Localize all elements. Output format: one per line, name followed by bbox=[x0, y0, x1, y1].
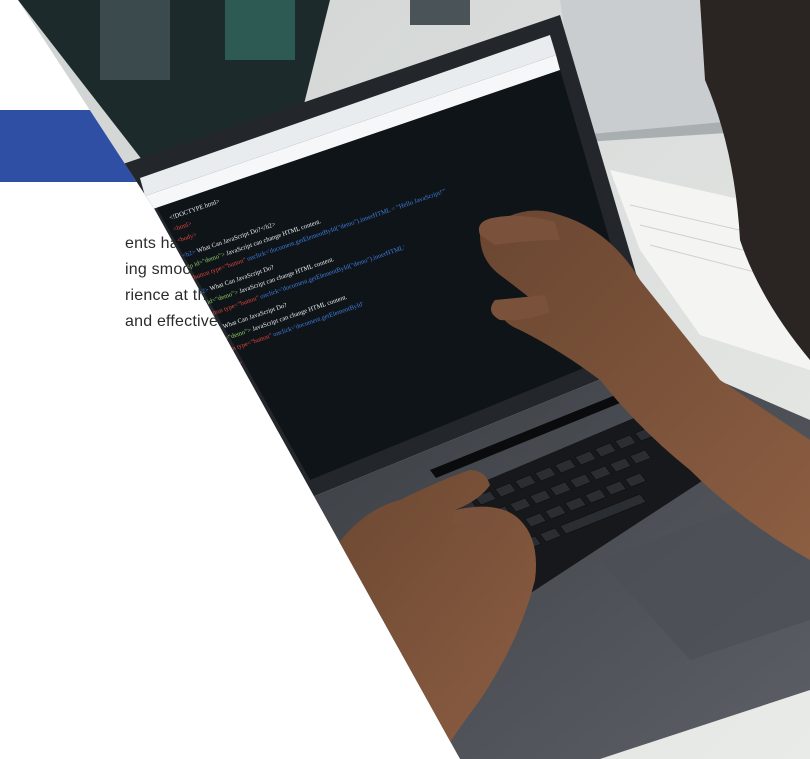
svg-text:</body>: </body> bbox=[220, 359, 244, 373]
hero-photo: <!DOCTYPE html> <html> <body> <h2> What … bbox=[18, 0, 810, 759]
page: ents have ing smooth rience at the and e… bbox=[0, 0, 810, 759]
svg-text:</html>: </html> bbox=[224, 371, 247, 385]
